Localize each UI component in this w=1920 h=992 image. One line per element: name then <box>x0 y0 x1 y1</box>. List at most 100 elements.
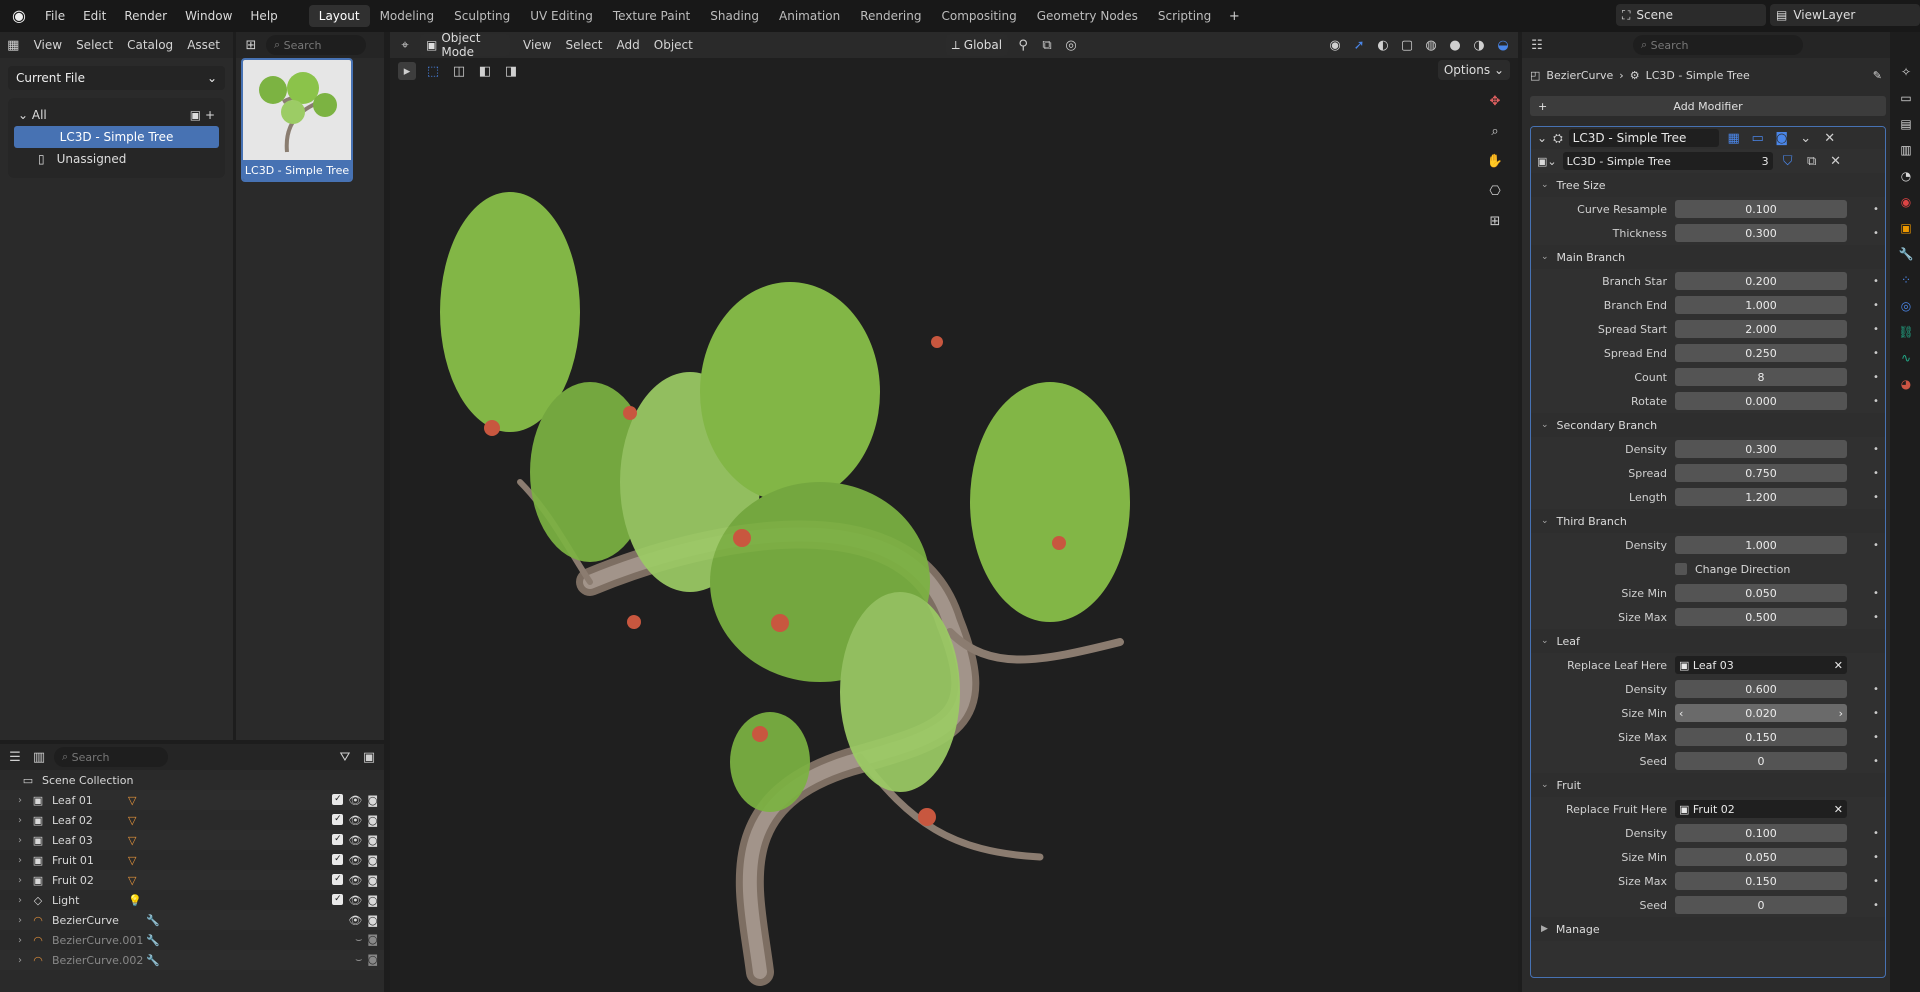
chevron-right-icon[interactable]: › <box>18 795 30 806</box>
number-field[interactable]: 0 <box>1675 752 1847 770</box>
outliner-row[interactable]: › ▣ Leaf 01 ▽ ✓ 👁 ◙ <box>0 790 384 810</box>
outliner-row[interactable]: › ◠ BezierCurve.002 🔧 ⌣ ◙ <box>0 950 384 970</box>
pin-icon[interactable]: ✎ <box>1873 69 1882 82</box>
scene-tab-icon[interactable]: ◔ <box>1897 166 1915 186</box>
display-mode-icon[interactable]: ⊞ <box>242 36 260 54</box>
chevron-right-icon[interactable]: › <box>18 955 30 966</box>
tab-uv-editing[interactable]: UV Editing <box>520 5 603 27</box>
keyframe-dot-icon[interactable]: • <box>1873 876 1879 887</box>
keyframe-dot-icon[interactable]: • <box>1873 396 1879 407</box>
keyframe-dot-icon[interactable]: • <box>1873 468 1879 479</box>
proportional-edit-icon[interactable]: ◎ <box>1062 36 1080 54</box>
modifier-name-field[interactable]: LC3D - Simple Tree <box>1568 129 1719 147</box>
menu-view[interactable]: View <box>516 38 558 52</box>
tab-sculpting[interactable]: Sculpting <box>444 5 520 27</box>
decrement-arrow-icon[interactable]: ‹ <box>1679 707 1683 720</box>
section-fruit[interactable]: ⌄ Fruit <box>1531 773 1885 797</box>
keyframe-dot-icon[interactable]: • <box>1873 348 1879 359</box>
number-field[interactable]: 0 <box>1675 896 1847 914</box>
rendered-shading-icon[interactable]: ◒ <box>1494 36 1512 54</box>
keyframe-dot-icon[interactable]: • <box>1873 732 1879 743</box>
keyframe-dot-icon[interactable]: • <box>1873 708 1879 719</box>
tab-shading[interactable]: Shading <box>700 5 769 27</box>
overlay-icon[interactable]: ◐ <box>1374 36 1392 54</box>
clear-icon[interactable]: ✕ <box>1834 659 1843 672</box>
particles-tab-icon[interactable]: ⁘ <box>1897 270 1915 290</box>
section-secondary-branch[interactable]: ⌄ Secondary Branch <box>1531 413 1885 437</box>
camera-icon[interactable]: ◙ <box>367 914 378 927</box>
close-icon[interactable]: ✕ <box>1821 129 1839 147</box>
number-field[interactable]: 0.600 <box>1675 680 1847 698</box>
number-field[interactable]: 0.050 <box>1675 584 1847 602</box>
pivot-icon[interactable]: ⚲ <box>1014 36 1032 54</box>
object-field[interactable]: ▣ Leaf 03 ✕ <box>1675 656 1847 674</box>
number-field[interactable]: 0.150 <box>1675 872 1847 890</box>
world-tab-icon[interactable]: ◉ <box>1897 192 1915 212</box>
edit-mode-toggle-icon[interactable]: ▦ <box>1725 129 1743 147</box>
outliner-search-input[interactable]: ⌕ Search <box>54 747 168 767</box>
clear-icon[interactable]: ✕ <box>1834 803 1843 816</box>
menu-window[interactable]: Window <box>176 9 241 23</box>
snap-icon[interactable]: ⧉ <box>1038 36 1056 54</box>
keyframe-dot-icon[interactable]: • <box>1873 612 1879 623</box>
number-field[interactable]: 0.750 <box>1675 464 1847 482</box>
menu-select[interactable]: Select <box>69 38 120 52</box>
xray-icon[interactable]: ▢ <box>1398 36 1416 54</box>
chevron-right-icon[interactable]: › <box>18 935 30 946</box>
object-tab-icon[interactable]: ▣ <box>1897 218 1915 238</box>
library-dropdown[interactable]: Current File ⌄ <box>8 66 225 90</box>
add-modifier-button[interactable]: + Add Modifier <box>1530 96 1886 116</box>
modifier-menu-icon[interactable]: ⌄ <box>1797 129 1815 147</box>
exclude-checkbox[interactable]: ✓ <box>332 833 344 845</box>
menu-view[interactable]: View <box>27 38 69 52</box>
change-direction-checkbox[interactable] <box>1675 563 1687 575</box>
keyframe-dot-icon[interactable]: • <box>1873 900 1879 911</box>
tab-scripting[interactable]: Scripting <box>1148 5 1221 27</box>
editor-type-icon[interactable]: ☷ <box>1528 36 1546 54</box>
exclude-checkbox[interactable]: ✓ <box>332 893 344 905</box>
number-field[interactable]: 0.000 <box>1675 392 1847 410</box>
increment-arrow-icon[interactable]: › <box>1839 707 1843 720</box>
editor-type-icon[interactable]: ☰ <box>6 748 24 766</box>
unlink-icon[interactable]: ✕ <box>1827 152 1845 170</box>
menu-help[interactable]: Help <box>241 9 286 23</box>
wireframe-shading-icon[interactable]: ◍ <box>1422 36 1440 54</box>
fake-user-icon[interactable]: ⛉ <box>1779 152 1797 170</box>
exclude-checkbox[interactable]: ✓ <box>332 793 344 805</box>
eye-closed-icon[interactable]: ⌣ <box>355 933 362 947</box>
view-layer-tab-icon[interactable]: ▥ <box>1897 140 1915 160</box>
scene-selector[interactable]: ⛶ Scene <box>1616 4 1766 26</box>
number-field[interactable]: 1.000 <box>1675 296 1847 314</box>
eye-icon[interactable]: 👁 <box>348 894 362 907</box>
menu-object[interactable]: Object <box>647 38 700 52</box>
catalog-item-unassigned[interactable]: ▯ Unassigned <box>14 148 219 170</box>
outliner-row[interactable]: › ◠ BezierCurve 🔧 👁 ◙ <box>0 910 384 930</box>
keyframe-dot-icon[interactable]: • <box>1873 324 1879 335</box>
menu-edit[interactable]: Edit <box>74 9 115 23</box>
editor-type-icon[interactable]: ▦ <box>6 36 21 54</box>
chevron-right-icon[interactable]: › <box>18 915 30 926</box>
blender-logo-icon[interactable]: ◉ <box>8 7 30 25</box>
duplicate-icon[interactable]: ⧉ <box>1803 152 1821 170</box>
asset-search-input[interactable]: ⌕ Search <box>266 35 366 55</box>
object-field[interactable]: ▣ Fruit 02 ✕ <box>1675 800 1847 818</box>
add-catalog-icon[interactable]: + <box>205 108 215 122</box>
catalog-all[interactable]: ⌄ All ▣ + <box>14 104 219 126</box>
keyframe-dot-icon[interactable]: • <box>1873 828 1879 839</box>
keyframe-dot-icon[interactable]: • <box>1873 204 1879 215</box>
number-field[interactable]: 0.100 <box>1675 824 1847 842</box>
properties-search-input[interactable]: ⌕ Search <box>1633 35 1803 55</box>
keyframe-dot-icon[interactable]: • <box>1873 372 1879 383</box>
exclude-checkbox[interactable]: ✓ <box>332 853 344 865</box>
keyframe-dot-icon[interactable]: • <box>1873 444 1879 455</box>
outliner-row[interactable]: › ▣ Fruit 02 ▽ ✓ 👁 ◙ <box>0 870 384 890</box>
eye-icon[interactable]: 👁 <box>348 854 362 867</box>
eye-icon[interactable]: 👁 <box>348 874 362 887</box>
scene-collection-row[interactable]: ▭ Scene Collection <box>0 770 384 790</box>
tab-layout[interactable]: Layout <box>308 5 370 27</box>
number-field[interactable]: 8 <box>1675 368 1847 386</box>
number-field[interactable]: 0.050 <box>1675 848 1847 866</box>
tab-compositing[interactable]: Compositing <box>931 5 1026 27</box>
camera-icon[interactable]: ◙ <box>367 834 378 847</box>
number-field[interactable]: 0.300 <box>1675 224 1847 242</box>
